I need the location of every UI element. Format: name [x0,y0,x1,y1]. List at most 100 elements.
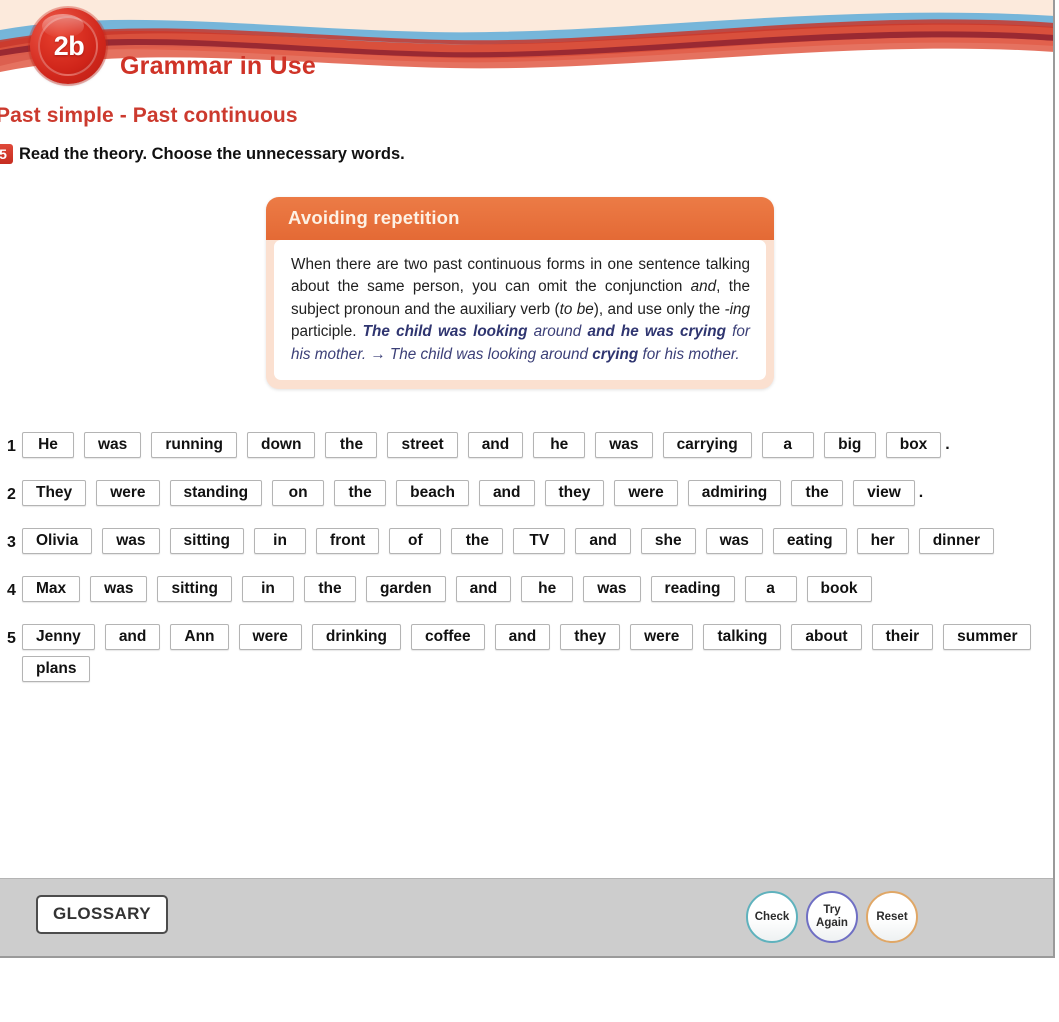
word-option[interactable]: front [316,528,380,554]
word-option[interactable]: Ann [170,624,229,650]
try-again-line1: Try [823,904,841,917]
word-option[interactable]: a [744,576,797,602]
word-option[interactable]: the [334,480,387,506]
word-option[interactable]: her [856,528,909,554]
exercise-row: 2 They were standing on the beach and they were ad… [0,480,1053,512]
word-option[interactable]: view [853,480,915,506]
word-option[interactable]: He [22,432,74,458]
word-option[interactable]: street [387,432,458,458]
word-option[interactable]: and [494,624,551,650]
word-option[interactable]: was [705,528,763,554]
word-option[interactable]: talking [703,624,782,650]
content-frame: 2b Grammar in Use Past simple - Past con… [0,0,1055,958]
theory-example-bold-1: The child was looking [362,323,528,341]
word-option[interactable]: were [238,624,302,650]
word-option[interactable]: was [84,432,142,458]
page-title: Grammar in Use [120,52,316,80]
action-buttons-group: Check Try Again Reset [746,891,918,943]
exercise-row: 1 He was running down the street and he was carryi… [0,432,1053,464]
word-option[interactable]: they [544,480,605,506]
word-option[interactable]: and [478,480,535,506]
word-option[interactable]: the [325,432,378,458]
reset-button-label: Reset [876,910,908,923]
check-button-label: Check [754,910,790,923]
word-option[interactable]: Olivia [22,528,93,554]
instruction-row: 5 Read the theory. Choose the unnecessar… [0,144,405,164]
word-option[interactable]: down [247,432,316,458]
exercise-number-badge: 5 [0,144,13,164]
word-option[interactable]: the [791,480,844,506]
word-option[interactable]: were [614,480,678,506]
try-again-line2: Again [816,917,848,929]
try-again-button[interactable]: Try Again [806,891,858,943]
word-option[interactable]: were [630,624,694,650]
exercise-row-number: 3 [7,534,16,551]
word-option[interactable]: reading [650,576,735,602]
page-subtitle: Past simple - Past continuous [0,104,298,127]
badge-label: 2b [53,30,85,61]
word-option[interactable]: was [583,576,641,602]
word-option[interactable]: beach [396,480,469,506]
word-option[interactable]: running [151,432,237,458]
word-option[interactable]: box [885,432,942,458]
word-option[interactable]: eating [772,528,847,554]
word-option[interactable]: summer [943,624,1032,650]
word-option[interactable]: on [272,480,325,506]
word-option[interactable]: book [806,576,872,602]
exercise-row-number: 5 [7,630,16,647]
theory-arrow-icon: → [370,345,386,363]
word-option[interactable]: in [241,576,294,602]
exercise-word-list: They were standing on the beach and they were adm… [22,480,1042,512]
word-option[interactable]: she [640,528,696,554]
exercise-row: 4 Max was sitting in the garden and he was reading… [0,576,1053,608]
theory-tobe-italic: to be [559,300,594,318]
word-option[interactable]: the [451,528,504,554]
glossary-button[interactable]: GLOSSARY [36,895,168,934]
exercise-row: 3 Olivia was sitting in front of the TV and she was… [0,528,1053,560]
word-option[interactable]: and [575,528,631,554]
word-option[interactable]: about [791,624,862,650]
theory-example-bold-2: and he was crying [587,323,726,341]
word-option[interactable]: sitting [169,528,245,554]
word-option[interactable]: was [102,528,160,554]
word-option[interactable]: TV [513,528,566,554]
word-option[interactable]: he [533,432,586,458]
word-option[interactable]: a [761,432,814,458]
word-option[interactable]: Jenny [22,624,95,650]
word-option[interactable]: and [467,432,524,458]
exercise-list: 1 He was running down the street and he was carryi… [0,432,1053,704]
unit-badge-2b: 2b [26,6,110,86]
reset-button[interactable]: Reset [866,891,918,943]
word-option[interactable]: of [389,528,442,554]
word-option[interactable]: sitting [157,576,232,602]
word-option[interactable]: they [560,624,621,650]
word-option[interactable]: in [254,528,307,554]
word-option[interactable]: garden [365,576,446,602]
bottom-toolbar: GLOSSARY Check Try Again Reset [0,878,1053,956]
word-option[interactable]: plans [22,656,91,682]
word-option[interactable]: was [90,576,148,602]
theory-box: Avoiding repetition When there are two p… [266,197,774,390]
word-option[interactable]: Max [22,576,81,602]
word-option[interactable]: big [823,432,876,458]
theory-result-1: The child was looking around [389,345,593,363]
word-option[interactable]: standing [169,480,263,506]
word-option[interactable]: and [104,624,161,650]
theory-example-plain-1: around [527,323,588,341]
word-option[interactable]: They [22,480,87,506]
word-option[interactable]: were [96,480,160,506]
check-button[interactable]: Check [746,891,798,943]
sentence-period: . [945,436,950,453]
exercise-row: 5 Jenny and Ann were drinking coffee and they wer… [0,624,1053,688]
word-option[interactable]: he [521,576,574,602]
word-option[interactable]: dinner [918,528,995,554]
word-option[interactable]: coffee [411,624,485,650]
word-option[interactable]: and [455,576,512,602]
word-option[interactable]: admiring [687,480,782,506]
word-option[interactable]: the [303,576,356,602]
exercise-word-list: Olivia was sitting in front of the TV and she was e… [22,528,1042,560]
word-option[interactable]: carrying [662,432,752,458]
word-option[interactable]: drinking [311,624,401,650]
word-option[interactable]: their [871,624,934,650]
word-option[interactable]: was [595,432,653,458]
